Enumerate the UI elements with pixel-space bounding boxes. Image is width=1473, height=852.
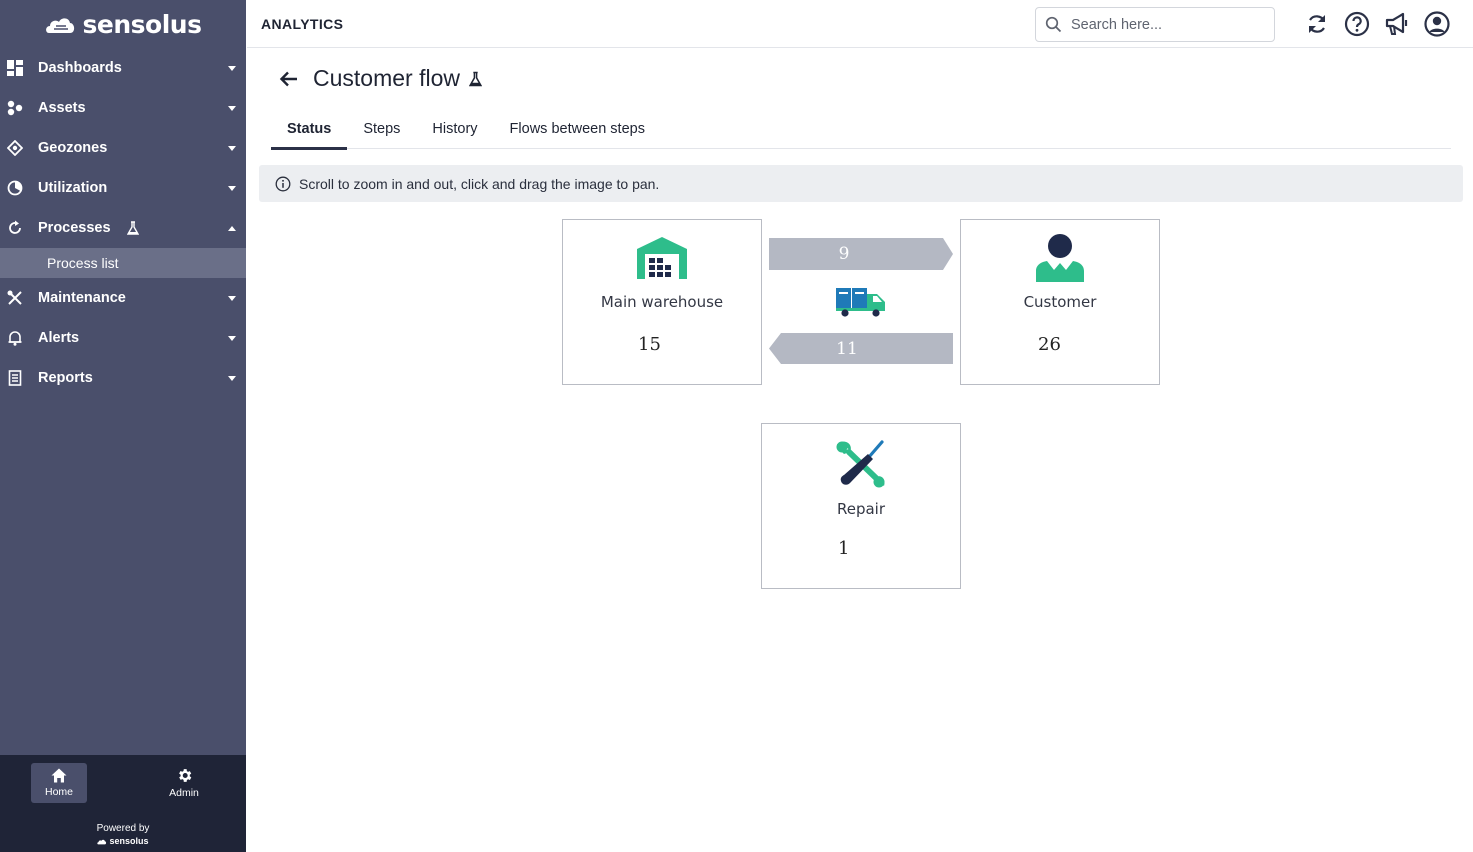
sidebar-item-label: Maintenance bbox=[38, 290, 126, 306]
truck-icon bbox=[836, 288, 885, 317]
gear-icon bbox=[178, 769, 191, 782]
back-arrow-icon[interactable] bbox=[279, 69, 299, 89]
sidebar-item-dashboards[interactable]: Dashboards bbox=[0, 48, 246, 88]
search-icon bbox=[1045, 16, 1062, 33]
announcement-icon[interactable] bbox=[1384, 11, 1410, 37]
sidebar-item-reports[interactable]: Reports bbox=[0, 358, 246, 398]
chevron-up-icon bbox=[228, 226, 236, 231]
info-text: Scroll to zoom in and out, click and dra… bbox=[299, 175, 660, 192]
customer-icon bbox=[961, 234, 1159, 282]
admin-button[interactable]: Admin bbox=[156, 763, 212, 803]
sensolus-logo-icon bbox=[97, 839, 107, 844]
sidebar-item-label: Processes bbox=[38, 220, 111, 236]
maintenance-icon bbox=[6, 289, 24, 307]
flask-icon bbox=[126, 221, 139, 235]
info-banner: Scroll to zoom in and out, click and dra… bbox=[259, 165, 1463, 202]
home-label: Home bbox=[44, 786, 73, 798]
tab-flows-between-steps[interactable]: Flows between steps bbox=[494, 108, 661, 149]
sidebar-item-processes[interactable]: Processes bbox=[0, 208, 246, 248]
dashboard-icon bbox=[6, 59, 24, 77]
sidebar-subitem-label: Process list bbox=[47, 255, 119, 271]
sidebar-item-label: Reports bbox=[38, 370, 93, 386]
powered-by-brand: sensolus bbox=[0, 835, 246, 847]
home-icon bbox=[51, 768, 67, 783]
flow-node-count: 1 bbox=[838, 538, 850, 559]
chevron-down-icon bbox=[228, 106, 236, 111]
admin-label: Admin bbox=[169, 787, 199, 799]
user-account-icon[interactable] bbox=[1424, 11, 1450, 37]
brand-name: sensolus bbox=[82, 9, 202, 39]
assets-icon bbox=[6, 99, 24, 117]
search-input[interactable] bbox=[1071, 16, 1261, 33]
chevron-down-icon bbox=[228, 376, 236, 381]
flow-node-name: Main warehouse bbox=[600, 293, 724, 311]
powered-by-brand-name: sensolus bbox=[109, 836, 149, 846]
sidebar-item-assets[interactable]: Assets bbox=[0, 88, 246, 128]
chevron-down-icon bbox=[228, 146, 236, 151]
flow-node-count: 26 bbox=[1038, 334, 1061, 355]
sidebar-item-alerts[interactable]: Alerts bbox=[0, 318, 246, 358]
flow-node-count: 15 bbox=[638, 334, 661, 355]
top-bar: ANALYTICS bbox=[247, 0, 1473, 48]
sidebar-item-label: Assets bbox=[38, 100, 86, 116]
sensolus-logo-icon bbox=[45, 18, 74, 33]
sidebar-item-label: Dashboards bbox=[38, 60, 122, 76]
info-icon bbox=[275, 176, 291, 191]
home-button[interactable]: Home bbox=[31, 763, 87, 803]
flow-arrow-count: 9 bbox=[838, 244, 850, 264]
sidebar-item-geozones[interactable]: Geozones bbox=[0, 128, 246, 168]
tab-steps[interactable]: Steps bbox=[347, 108, 416, 149]
main-nav: Dashboards Assets Geozones Utilization P… bbox=[0, 48, 246, 398]
powered-by: Powered by sensolus bbox=[0, 823, 246, 847]
sidebar-item-label: Alerts bbox=[38, 330, 80, 346]
search-box[interactable] bbox=[1035, 7, 1275, 42]
header-actions bbox=[1304, 11, 1450, 37]
sidebar-subitem-process-list[interactable]: Process list bbox=[0, 248, 246, 278]
processes-icon bbox=[6, 219, 24, 237]
page-header: Customer flow bbox=[279, 65, 482, 92]
section-title: ANALYTICS bbox=[261, 16, 344, 32]
sidebar-item-label: Utilization bbox=[38, 180, 108, 196]
brand-logo[interactable]: sensolus bbox=[0, 0, 246, 48]
page-title: Customer flow bbox=[313, 65, 460, 91]
sidebar-footer: Home Admin Powered by sensolus bbox=[0, 755, 246, 852]
tab-history[interactable]: History bbox=[416, 108, 493, 149]
flow-node-customer[interactable]: Customer 26 bbox=[960, 219, 1160, 385]
sidebar-item-utilization[interactable]: Utilization bbox=[0, 168, 246, 208]
warehouse-icon bbox=[563, 237, 761, 279]
flask-icon bbox=[468, 71, 482, 86]
sidebar-item-label: Geozones bbox=[38, 140, 108, 156]
sidebar: sensolus Dashboards Assets Geozones Util… bbox=[0, 0, 246, 852]
flow-node-name: Customer bbox=[1023, 293, 1097, 311]
repair-icon bbox=[762, 440, 960, 488]
chevron-down-icon bbox=[228, 66, 236, 71]
chevron-down-icon bbox=[228, 296, 236, 301]
reports-icon bbox=[6, 369, 24, 387]
chevron-down-icon bbox=[228, 336, 236, 341]
utilization-icon bbox=[6, 179, 24, 197]
powered-by-label: Powered by bbox=[96, 823, 150, 834]
flow-node-repair[interactable]: Repair 1 bbox=[761, 423, 961, 589]
bell-icon bbox=[6, 329, 24, 347]
flow-arrow-count: 11 bbox=[836, 339, 858, 359]
main-content: Customer flow Status Steps History Flows… bbox=[247, 49, 1473, 852]
flow-node-name: Repair bbox=[836, 500, 886, 518]
sidebar-item-maintenance[interactable]: Maintenance bbox=[0, 278, 246, 318]
flow-node-main-warehouse[interactable]: Main warehouse 15 bbox=[562, 219, 762, 385]
tab-bar: Status Steps History Flows between steps bbox=[271, 108, 1451, 150]
chevron-down-icon bbox=[228, 186, 236, 191]
tab-status[interactable]: Status bbox=[271, 108, 348, 150]
help-icon[interactable] bbox=[1344, 11, 1370, 37]
refresh-icon[interactable] bbox=[1304, 11, 1330, 37]
geozone-icon bbox=[6, 139, 24, 157]
